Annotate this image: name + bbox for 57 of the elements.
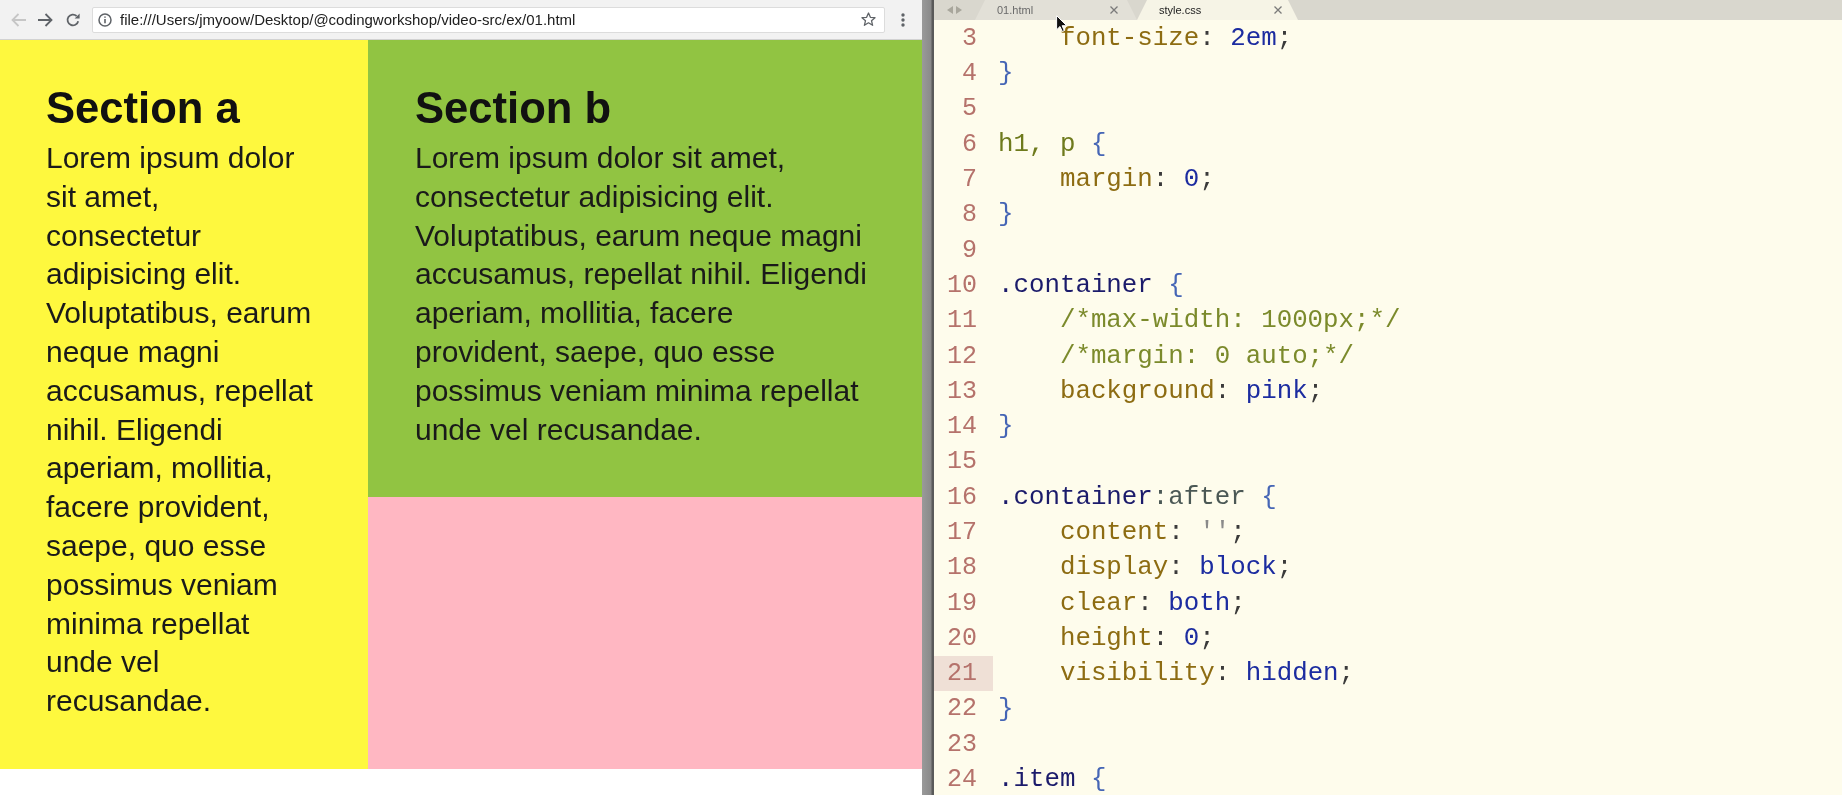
code-line: }	[998, 200, 1014, 230]
more-menu-icon	[901, 12, 905, 27]
section-heading: Section b	[415, 83, 612, 133]
code-line: }	[998, 59, 1014, 89]
code-line: visibility: hidden;	[1059, 659, 1355, 689]
line-number: 19	[946, 587, 978, 620]
section-heading: Section a	[46, 83, 240, 133]
code-line: margin: 0;	[1059, 165, 1215, 195]
line-number: 9	[961, 234, 978, 267]
section-text: Lorem ipsum dolor sit amet, consectetur adipisicing elit. Voluptatibus, earum neque magni accusamus, repellat nihil. Eligendi aperiam, mollitia, facere provident, saepe, quo esse possimus veniam minima repellat unde vel recusandae.	[415, 140, 868, 448]
forward-arrow-icon	[38, 12, 53, 27]
left-triangle-icon	[946, 6, 953, 14]
line-number: 5	[961, 93, 978, 126]
code-line: height: 0;	[1059, 624, 1215, 654]
code-line: content: '';	[1059, 518, 1246, 548]
line-number: 16	[946, 481, 978, 514]
code-line: /*margin: 0 auto;*/	[1059, 341, 1355, 371]
line-number: 23	[946, 728, 978, 761]
line-number: 24	[946, 764, 978, 795]
back-arrow-icon	[11, 12, 26, 27]
section-text: Lorem ipsum dolor sit amet, consectetur adipisicing elit. Voluptatibus, earum neque magni accusamus, repellat nihil. Eligendi aperiam, mollitia, facere provident, saepe, quo esse possimus veniam minima repellat unde vel recusandae.	[46, 140, 314, 720]
editor-tab[interactable]: style.css	[1137, 0, 1298, 20]
line-number: 7	[961, 164, 978, 197]
line-number: 21	[934, 656, 993, 692]
line-number: 13	[946, 375, 978, 408]
code-line: /*max-width: 1000px;*/	[1059, 306, 1401, 336]
line-number: 3	[961, 22, 978, 55]
info-icon	[98, 12, 112, 27]
code-line: .container {	[998, 271, 1184, 301]
code-line: .container:after {	[998, 482, 1277, 512]
editor-tab[interactable]: 01.html	[975, 0, 1137, 20]
close-icon[interactable]	[1274, 6, 1282, 14]
line-number: 14	[946, 411, 978, 444]
star-icon[interactable]	[861, 12, 876, 27]
line-number: 10	[946, 269, 978, 302]
line-number: 11	[946, 305, 978, 338]
line-number: 15	[946, 446, 978, 479]
line-number: 12	[946, 340, 978, 373]
code-line: }	[998, 412, 1014, 442]
line-number: 18	[946, 552, 978, 585]
code-line: }	[998, 694, 1014, 724]
line-number: 17	[946, 517, 978, 549]
code-line: .item {	[998, 765, 1107, 795]
line-number: 20	[946, 622, 978, 655]
line-number: 6	[961, 128, 978, 161]
reload-icon	[65, 12, 80, 27]
line-number: 4	[961, 58, 978, 91]
code-line: h1, p {	[998, 129, 1107, 159]
line-number: 22	[946, 693, 978, 726]
close-icon[interactable]	[1110, 6, 1118, 14]
address-field[interactable]: file:///Users/jmyoow/Desktop/@codingworkshop/video-src/ex/01.html	[92, 6, 885, 33]
code-line: background: pink;	[1059, 376, 1324, 406]
line-number: 8	[961, 199, 978, 232]
right-triangle-icon	[955, 6, 962, 14]
code-line: font-size: 2em;	[1059, 24, 1293, 53]
code-line: display: block;	[1059, 553, 1293, 583]
code-line: clear: both;	[1059, 588, 1246, 618]
